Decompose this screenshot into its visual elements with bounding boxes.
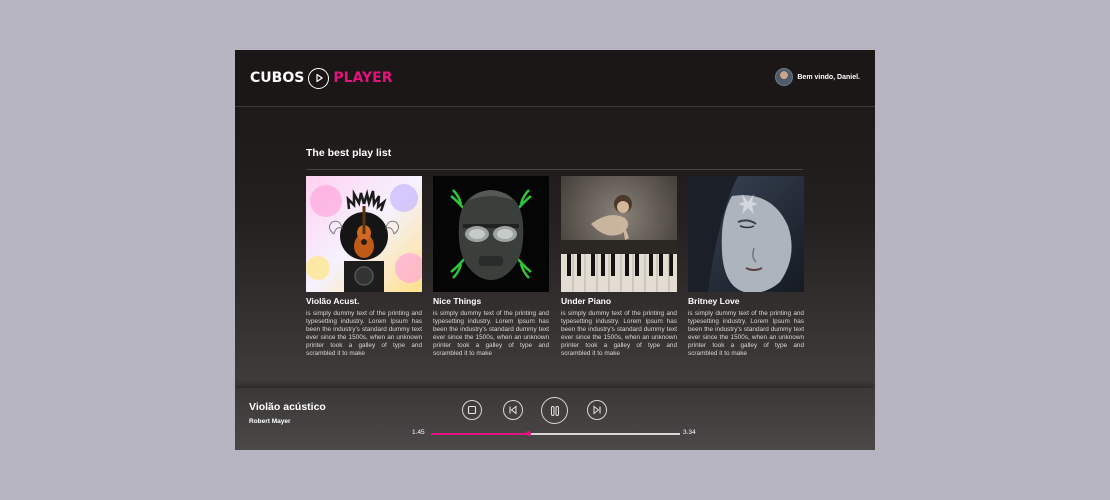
current-time: 1.45 [412, 429, 425, 436]
progress-handle[interactable] [525, 431, 531, 436]
user-menu[interactable]: Bem vindo, Daniel. [775, 68, 860, 86]
total-time: 3.34 [683, 429, 696, 436]
playlist-cards: Violão Acust. is simply dummy text of th… [306, 176, 804, 376]
previous-button[interactable] [503, 400, 523, 420]
stop-icon [467, 405, 477, 415]
card-description: is simply dummy text of the printing and… [561, 310, 677, 358]
album-cover-face[interactable] [688, 176, 804, 292]
play-circle-icon [308, 67, 330, 89]
stop-button[interactable] [462, 400, 482, 420]
card-title[interactable]: Violão Acust. [306, 296, 422, 306]
logo-text-player: PLAYER [333, 70, 393, 86]
previous-icon [509, 405, 517, 415]
next-button[interactable] [587, 400, 607, 420]
playlist-title: The best play list [306, 147, 392, 159]
album-cover-piano[interactable] [561, 176, 677, 292]
playlist-card[interactable]: Under Piano is simply dummy text of the … [561, 176, 677, 359]
card-title[interactable]: Under Piano [561, 296, 677, 306]
playlist-card[interactable]: Nice Things is simply dummy text of the … [433, 176, 549, 359]
album-cover-mask[interactable] [433, 176, 549, 292]
playlist-card[interactable]: Violão Acust. is simply dummy text of th… [306, 176, 422, 359]
progress-fill [431, 433, 529, 435]
card-description: is simply dummy text of the printing and… [688, 310, 804, 358]
pause-icon [550, 405, 559, 416]
app-logo[interactable]: CUBOS PLAYER [250, 67, 392, 89]
pause-button[interactable] [541, 397, 568, 424]
album-cover-guitar[interactable] [306, 176, 422, 292]
player-app-window: CUBOS PLAYER Bem vindo, Daniel. The best… [235, 50, 875, 450]
section-divider [306, 169, 803, 170]
playlist-card[interactable]: Britney Love is simply dummy text of the… [688, 176, 804, 359]
welcome-text: Bem vindo, Daniel. [797, 73, 860, 81]
now-playing-bar: Violão acústico Robert Mayer 1.45 3.34 [235, 388, 875, 450]
top-header: CUBOS PLAYER Bem vindo, Daniel. [235, 50, 875, 107]
next-icon [593, 405, 601, 415]
now-playing-title: Violão acústico [249, 401, 326, 413]
logo-text-cubos: CUBOS [250, 70, 305, 86]
card-description: is simply dummy text of the printing and… [433, 310, 549, 358]
now-playing-artist: Robert Mayer [249, 418, 291, 425]
avatar[interactable] [775, 68, 794, 86]
card-description: is simply dummy text of the printing and… [306, 310, 422, 358]
card-title[interactable]: Britney Love [688, 296, 804, 306]
progress-slider[interactable] [431, 431, 680, 436]
card-title[interactable]: Nice Things [433, 296, 549, 306]
